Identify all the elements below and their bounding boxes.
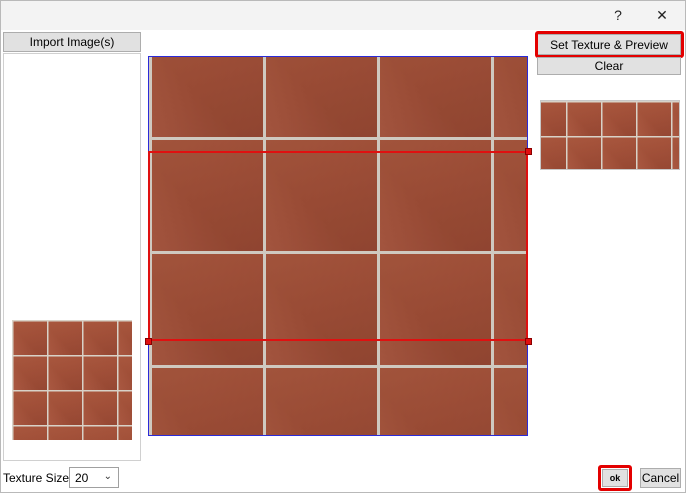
selection-handle-top-right[interactable] <box>525 148 532 155</box>
texture-size-value: 20 <box>75 470 89 485</box>
texture-size-label: Texture Size: <box>3 471 73 485</box>
clear-button[interactable]: Clear <box>537 57 681 75</box>
close-button[interactable]: ✕ <box>642 0 682 30</box>
help-icon: ? <box>614 7 622 23</box>
chevron-down-icon: ⌄ <box>103 471 112 482</box>
texture-canvas[interactable] <box>148 56 528 436</box>
selection-handle-bottom-left[interactable] <box>145 338 152 345</box>
image-list-panel[interactable] <box>3 53 141 461</box>
selection-handle-bottom-right[interactable] <box>525 338 532 345</box>
texture-thumbnail[interactable] <box>12 320 132 440</box>
import-images-button[interactable]: Import Image(s) <box>3 32 141 52</box>
title-bar: ? ✕ <box>0 0 686 30</box>
texture-image <box>149 57 527 435</box>
set-texture-preview-button[interactable]: Set Texture & Preview <box>537 34 681 55</box>
texture-size-select[interactable]: 20 ⌄ <box>69 467 119 488</box>
help-button[interactable]: ? <box>598 0 638 30</box>
texture-preview <box>540 100 680 170</box>
cancel-button[interactable]: Cancel <box>640 468 681 488</box>
ok-button[interactable]: ok <box>602 469 628 487</box>
close-icon: ✕ <box>656 6 668 23</box>
